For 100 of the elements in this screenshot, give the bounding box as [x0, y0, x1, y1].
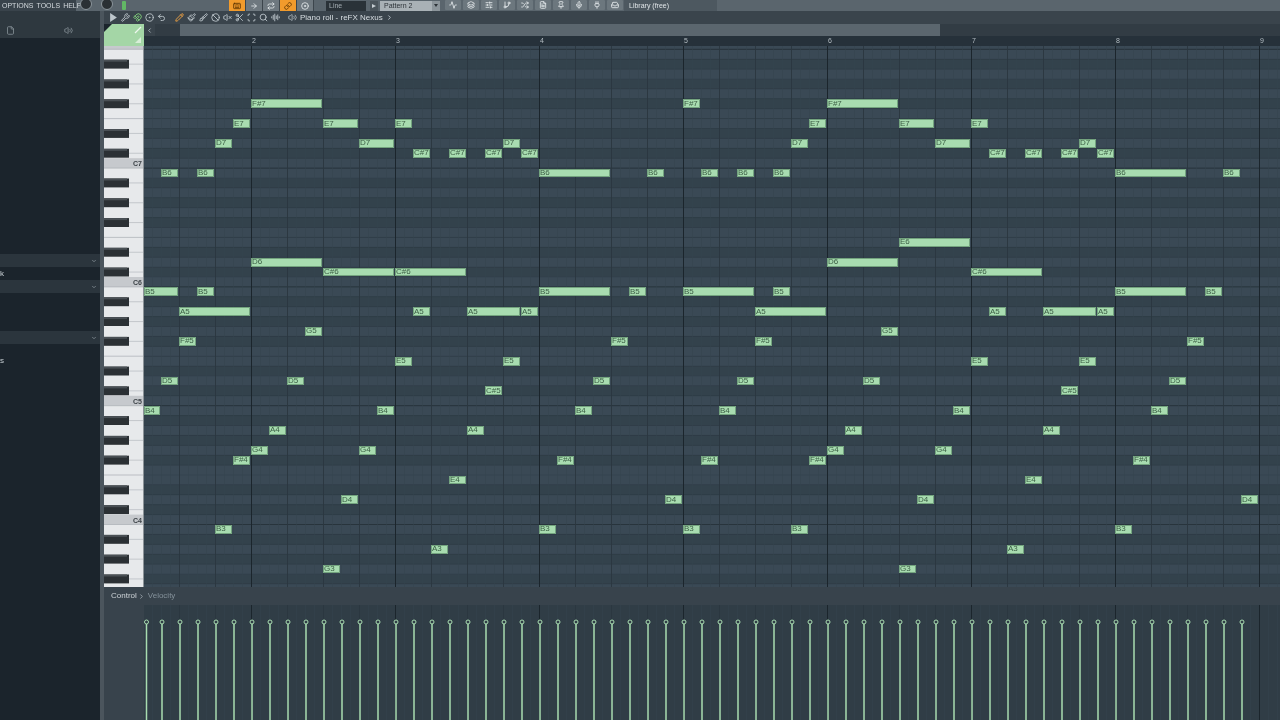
velocity-stem[interactable] — [1095, 619, 1101, 720]
velocity-stem[interactable] — [339, 619, 345, 720]
note[interactable]: E7 — [323, 119, 358, 128]
scissors-icon[interactable] — [235, 13, 244, 22]
note[interactable]: C#7 — [1061, 148, 1078, 158]
note[interactable]: B6 — [197, 168, 214, 178]
note[interactable]: D6 — [251, 257, 322, 267]
note[interactable]: C#7 — [989, 148, 1006, 158]
velocity-stem[interactable] — [735, 619, 741, 720]
velocity-stem[interactable] — [303, 619, 309, 720]
note[interactable]: F#4 — [557, 455, 574, 465]
velocity-stem[interactable] — [789, 619, 795, 720]
note[interactable]: G4 — [251, 445, 268, 455]
note[interactable]: B6 — [647, 168, 664, 178]
velocity-lane[interactable] — [144, 605, 1280, 720]
toolbar-button[interactable] — [571, 0, 587, 10]
note[interactable]: B5 — [629, 287, 646, 297]
note[interactable]: B4 — [377, 406, 394, 416]
note[interactable]: F#5 — [1187, 336, 1204, 346]
velocity-stem[interactable] — [879, 619, 885, 720]
note[interactable]: D6 — [827, 257, 898, 267]
mode-button[interactable] — [297, 0, 314, 11]
ban-icon[interactable] — [211, 13, 220, 22]
note[interactable]: C#5 — [1061, 386, 1078, 396]
undo-icon[interactable] — [157, 13, 166, 22]
note[interactable]: F#4 — [233, 455, 250, 465]
velocity-stem[interactable] — [825, 619, 831, 720]
velocity-stem[interactable] — [1185, 619, 1191, 720]
note[interactable]: E7 — [395, 119, 412, 128]
note[interactable]: F#7 — [827, 99, 898, 109]
note[interactable]: A3 — [1007, 544, 1024, 554]
velocity-stem[interactable] — [753, 619, 759, 720]
velocity-stem[interactable] — [429, 619, 435, 720]
note[interactable]: B4 — [144, 406, 160, 416]
velocity-stem[interactable] — [861, 619, 867, 720]
knob-icon[interactable] — [101, 0, 113, 11]
velocity-stem[interactable] — [177, 619, 183, 720]
note[interactable]: C#7 — [1097, 148, 1114, 158]
note[interactable]: D7 — [935, 138, 970, 148]
note[interactable]: B4 — [953, 406, 970, 416]
velocity-stem[interactable] — [231, 619, 237, 720]
toolbar-button[interactable] — [517, 0, 533, 10]
velocity-stem[interactable] — [663, 619, 669, 720]
note[interactable]: G3 — [323, 564, 340, 574]
velocity-stem[interactable] — [1005, 619, 1011, 720]
note[interactable]: D5 — [737, 376, 754, 386]
note[interactable]: D4 — [1241, 495, 1258, 505]
velocity-stem[interactable] — [537, 619, 543, 720]
velocity-stem[interactable] — [717, 619, 723, 720]
note[interactable]: A5 — [1097, 307, 1114, 317]
note[interactable]: B6 — [701, 168, 718, 178]
note[interactable]: C#7 — [449, 148, 466, 158]
knob-icon[interactable] — [80, 0, 92, 11]
note[interactable]: D7 — [359, 138, 394, 148]
velocity-stem[interactable] — [555, 619, 561, 720]
note[interactable]: C#7 — [1025, 148, 1042, 158]
parameter-label[interactable]: Velocity — [147, 592, 176, 600]
note[interactable]: E5 — [503, 356, 520, 366]
paintbrush-icon[interactable] — [187, 13, 196, 22]
target-icon[interactable] — [145, 13, 154, 22]
note[interactable]: A4 — [845, 426, 862, 435]
velocity-stem[interactable] — [1059, 619, 1065, 720]
note[interactable]: E7 — [899, 119, 934, 128]
note[interactable]: E7 — [971, 119, 988, 128]
note[interactable]: E5 — [971, 356, 988, 366]
velocity-stem[interactable] — [915, 619, 921, 720]
velocity-stem[interactable] — [195, 619, 201, 720]
note[interactable]: D7 — [215, 138, 232, 148]
note[interactable]: A4 — [1043, 426, 1060, 435]
note[interactable]: B6 — [1115, 168, 1186, 178]
velocity-stem[interactable] — [1077, 619, 1083, 720]
note[interactable]: E4 — [1025, 475, 1042, 485]
velocity-stem[interactable] — [1131, 619, 1137, 720]
note[interactable]: C#6 — [395, 267, 466, 277]
velocity-stem[interactable] — [609, 619, 615, 720]
chevron-right-icon[interactable] — [137, 592, 145, 600]
toolbar-button[interactable] — [535, 0, 551, 10]
triangle-icon[interactable] — [109, 13, 118, 22]
brush-icon[interactable] — [199, 13, 208, 22]
velocity-stem[interactable] — [771, 619, 777, 720]
note[interactable]: G5 — [881, 327, 898, 336]
dropdown-arrow-icon[interactable] — [370, 0, 378, 11]
note[interactable]: E5 — [1079, 356, 1096, 366]
note[interactable]: D5 — [1169, 376, 1186, 386]
note[interactable]: C#6 — [323, 267, 394, 277]
velocity-stem[interactable] — [969, 619, 975, 720]
note[interactable]: B3 — [791, 525, 808, 534]
velocity-stem[interactable] — [627, 619, 633, 720]
note[interactable]: B4 — [1151, 406, 1168, 416]
note[interactable]: A5 — [467, 307, 520, 317]
velocity-stem[interactable] — [357, 619, 363, 720]
note[interactable]: A5 — [521, 307, 538, 317]
note[interactable]: A5 — [1043, 307, 1096, 317]
note[interactable]: B5 — [683, 287, 754, 297]
note[interactable]: B6 — [773, 168, 790, 178]
note[interactable]: D4 — [341, 495, 358, 505]
velocity-stem[interactable] — [987, 619, 993, 720]
note[interactable]: E6 — [899, 237, 970, 247]
note[interactable]: D7 — [1079, 138, 1096, 148]
velocity-stem[interactable] — [483, 619, 489, 720]
